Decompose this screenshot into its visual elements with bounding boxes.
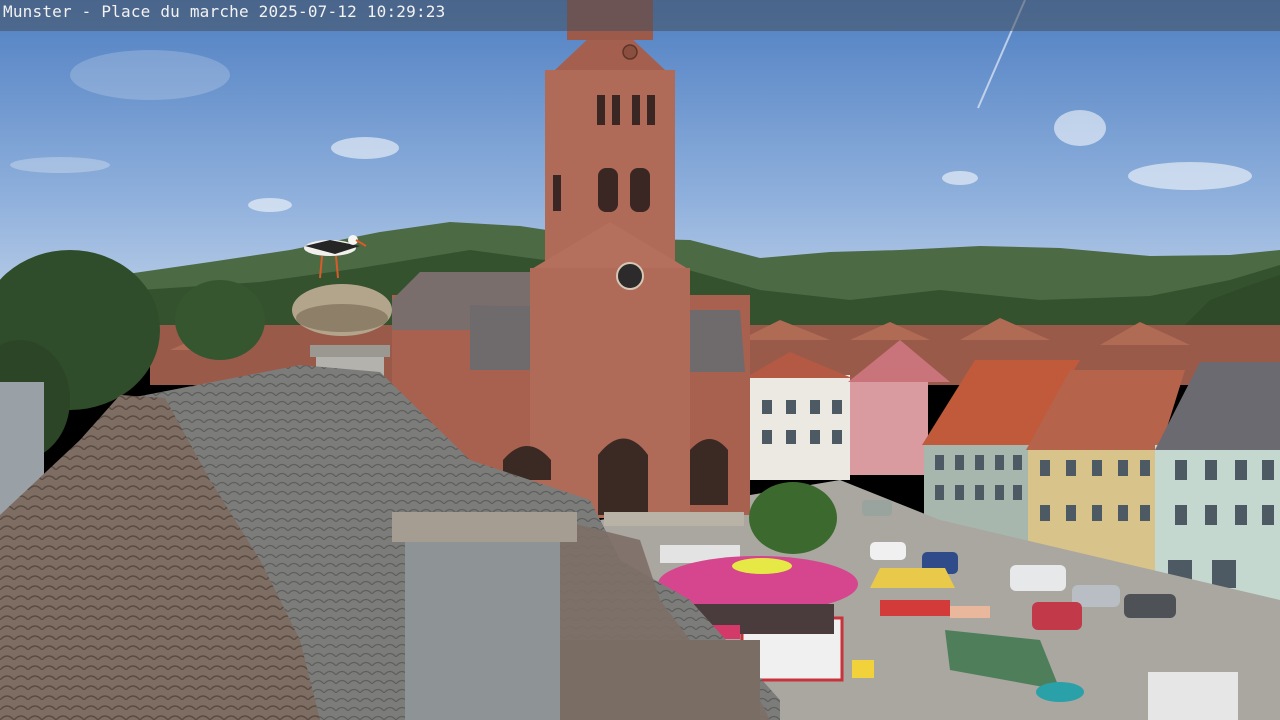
- square-tree: [749, 482, 837, 554]
- clock: [616, 262, 644, 290]
- webcam-scene: [0, 0, 1280, 720]
- camera-caption: Munster - Place du marche 2025-07-12 10:…: [3, 2, 446, 21]
- roof-chimney: [405, 538, 560, 720]
- webcam-view: Munster - Place du marche 2025-07-12 10:…: [0, 0, 1280, 720]
